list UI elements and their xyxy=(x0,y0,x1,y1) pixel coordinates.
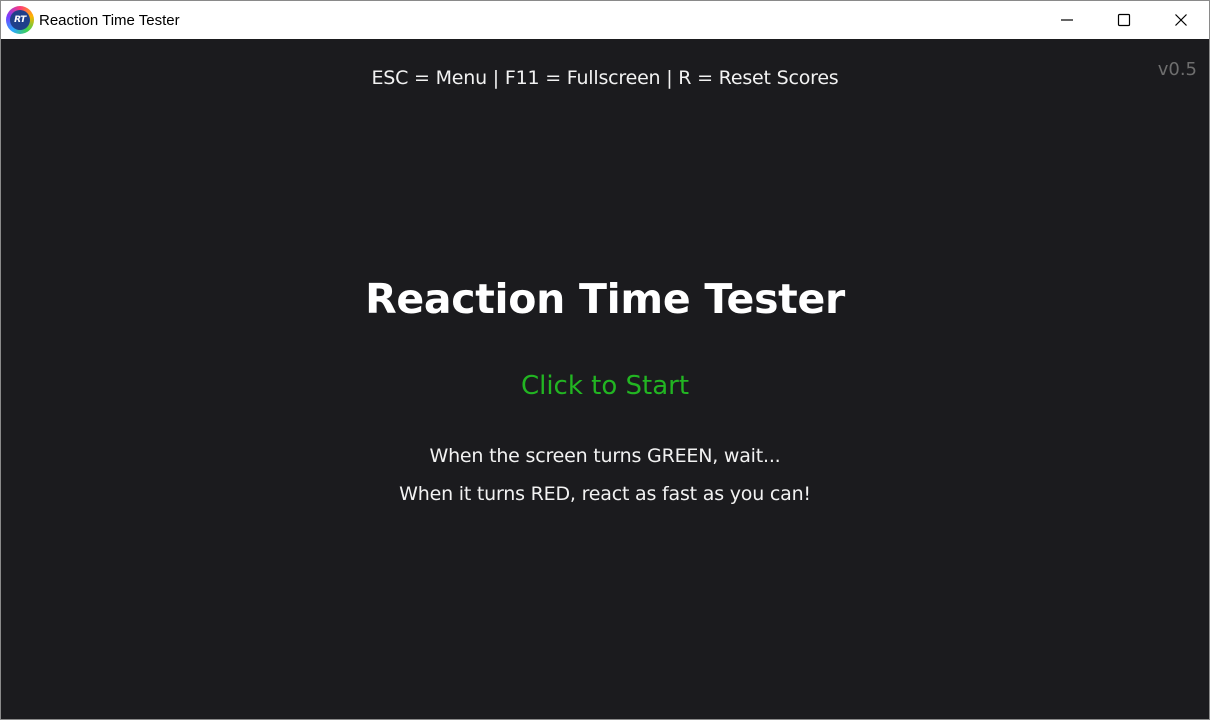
minimize-button[interactable] xyxy=(1038,1,1095,39)
title-bar[interactable]: RT Reaction Time Tester xyxy=(1,1,1209,39)
minimize-icon xyxy=(1060,19,1073,21)
app-icon: RT xyxy=(6,6,34,34)
keyboard-shortcuts-hint: ESC = Menu | F11 = Fullscreen | R = Rese… xyxy=(371,67,839,89)
close-button[interactable] xyxy=(1152,1,1209,39)
game-canvas[interactable]: ESC = Menu | F11 = Fullscreen | R = Rese… xyxy=(1,39,1209,719)
instruction-line: When the screen turns GREEN, wait... xyxy=(429,445,781,467)
window-controls xyxy=(1038,1,1209,39)
instruction-line: When it turns RED, react as fast as you … xyxy=(399,483,811,505)
start-button[interactable]: Click to Start xyxy=(1,371,1209,401)
maximize-button[interactable] xyxy=(1095,1,1152,39)
version-label: v0.5 xyxy=(1157,59,1197,80)
app-window: RT Reaction Time Tester ESC = Menu | F11… xyxy=(0,0,1210,720)
close-icon xyxy=(1174,14,1187,26)
game-title: Reaction Time Tester xyxy=(365,275,845,323)
app-icon-badge: RT xyxy=(10,10,30,30)
window-title: Reaction Time Tester xyxy=(39,11,180,29)
maximize-icon xyxy=(1117,13,1130,27)
